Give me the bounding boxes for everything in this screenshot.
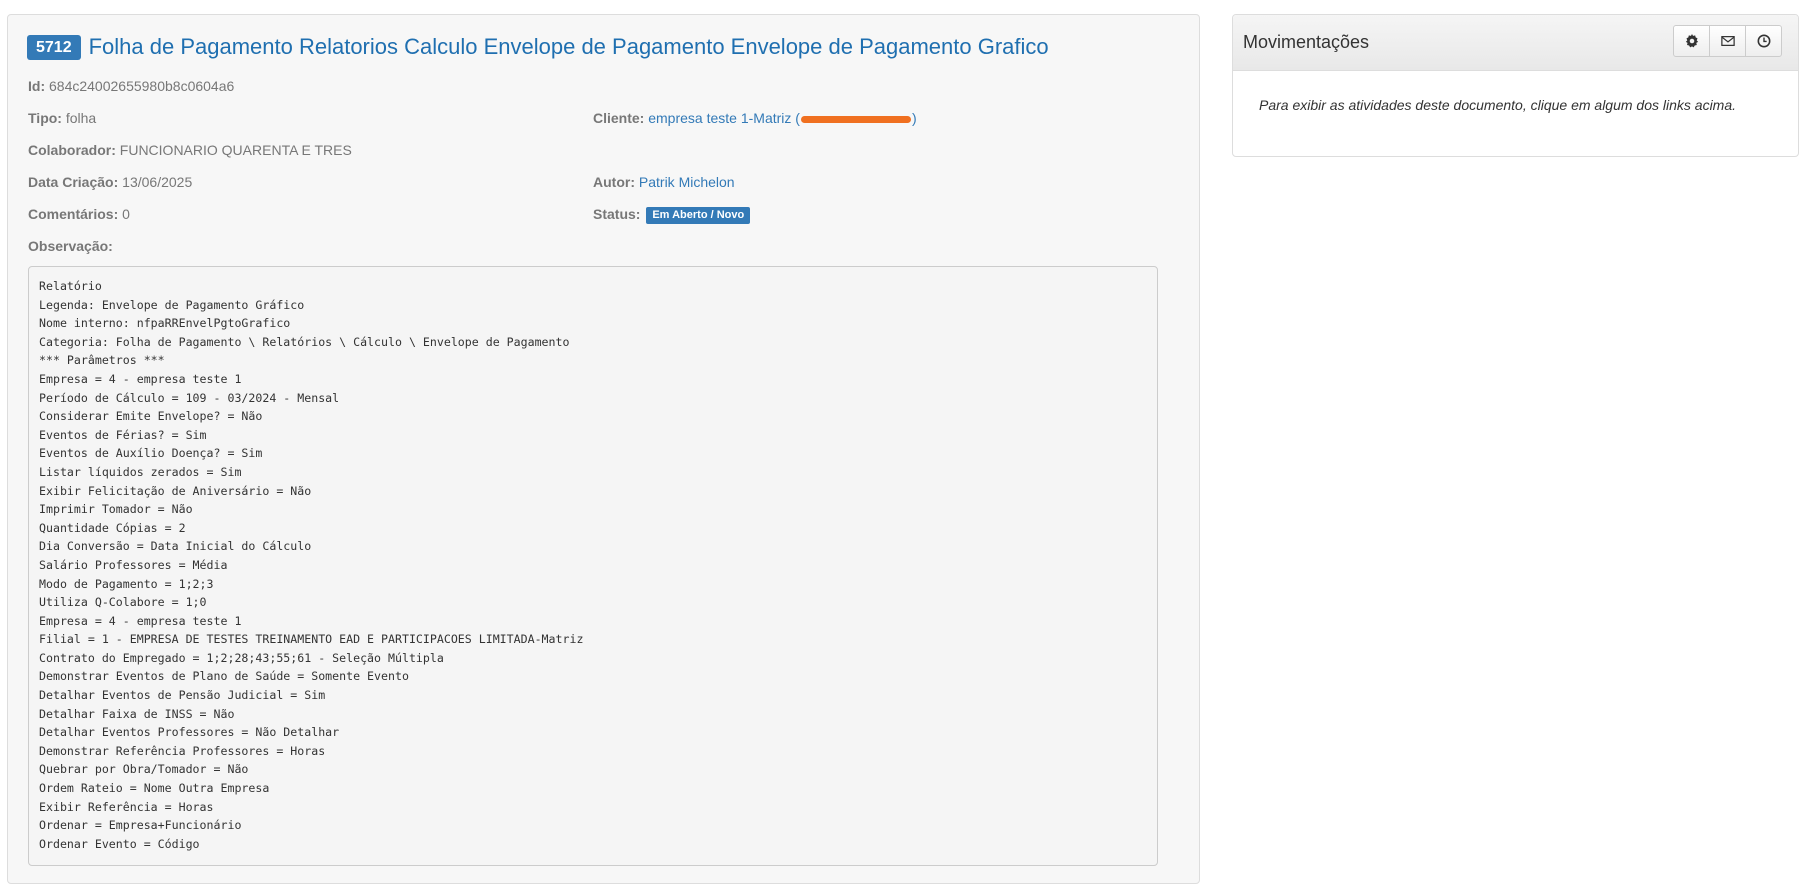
movimentacoes-hint: Para exibir as atividades deste document…	[1259, 97, 1737, 113]
tipo-field: Tipo: folha	[28, 109, 96, 127]
cliente-label: Cliente:	[593, 110, 645, 126]
observacao-line: Eventos de Férias? = Sim	[39, 427, 207, 442]
status-badge: Em Aberto / Novo	[646, 207, 751, 224]
cliente-field: Cliente: empresa teste 1-Matriz ()	[593, 109, 917, 127]
observacao-line: Ordem Rateio = Nome Outra Empresa	[39, 781, 270, 796]
observacao-line: Filial = 1 - EMPRESA DE TESTES TREINAMEN…	[39, 632, 584, 647]
autor-label: Autor:	[593, 174, 635, 190]
observacao-line: Eventos de Auxílio Doença? = Sim	[39, 446, 263, 461]
redacted-block	[800, 115, 911, 123]
movimentacoes-button-group	[1673, 25, 1782, 57]
comentarios-label: Comentários:	[28, 206, 119, 222]
document-panel: 5712 Folha de Pagamento Relatorios Calcu…	[7, 14, 1200, 884]
observacao-line: Utiliza Q-Colabore = 1;0	[39, 595, 207, 610]
document-number-badge: 5712	[27, 34, 81, 60]
observacao-line: Listar líquidos zerados = Sim	[39, 464, 242, 479]
observacao-line: Detalhar Eventos Professores = Não Detal…	[39, 725, 340, 740]
envelope-icon	[1720, 36, 1735, 46]
observacao-line: *** Parâmetros ***	[39, 353, 165, 368]
observacao-line: Modo de Pagamento = 1;2;3	[39, 576, 214, 591]
id-field: Id: 684c24002655980b8c0604a6	[28, 77, 234, 95]
observacao-line: Quantidade Cópias = 2	[39, 520, 186, 535]
observacao-line: Relatório	[39, 279, 102, 293]
document-header: 5712 Folha de Pagamento Relatorios Calcu…	[27, 34, 1049, 60]
colaborador-field: Colaborador: FUNCIONARIO QUARENTA E TRES	[28, 141, 352, 159]
observacao-line: Nome interno: nfpaRREnvelPgtoGrafico	[39, 316, 291, 331]
cliente-name: empresa teste 1-Matriz	[648, 110, 792, 126]
settings-button[interactable]	[1673, 25, 1710, 57]
tipo-value: folha	[65, 110, 97, 126]
observacao-line: Demonstrar Referência Professores = Hora…	[39, 743, 326, 758]
status-label: Status:	[593, 206, 641, 222]
cliente-open-paren: (	[795, 110, 800, 126]
observacao-line: Exibir Referência = Horas	[39, 799, 214, 814]
status-field: Status: Em Aberto / Novo	[593, 205, 751, 224]
observacao-label: Observação:	[28, 238, 113, 254]
data-criacao-value: 13/06/2025	[122, 174, 193, 190]
id-label: Id:	[28, 78, 46, 94]
movimentacoes-title: Movimentações	[1243, 32, 1370, 52]
observacao-line: Período de Cálculo = 109 - 03/2024 - Men…	[39, 390, 340, 405]
observacao-line: Salário Professores = Média	[39, 557, 228, 572]
history-button[interactable]	[1745, 25, 1782, 57]
observacao-line: Considerar Emite Envelope? = Não	[39, 409, 263, 424]
observacao-line: Exibir Felicitação de Aniversário = Não	[39, 483, 312, 498]
observacao-textbox[interactable]: Relatório Legenda: Envelope de Pagamento …	[28, 266, 1158, 866]
autor-link[interactable]: Patrik Michelon	[639, 174, 735, 190]
movimentacoes-header: Movimentações	[1233, 15, 1798, 71]
comentarios-field: Comentários: 0	[28, 205, 130, 223]
observacao-line: Ordenar Evento = Código	[39, 836, 200, 851]
data-criacao-field: Data Criação: 13/06/2025	[28, 173, 192, 191]
clock-icon	[1757, 34, 1770, 48]
email-button[interactable]	[1709, 25, 1746, 57]
colaborador-value: FUNCIONARIO QUARENTA E TRES	[119, 142, 352, 158]
colaborador-label: Colaborador:	[28, 142, 116, 158]
observacao-line: Empresa = 4 - empresa teste 1	[39, 371, 242, 386]
autor-field: Autor: Patrik Michelon	[593, 173, 735, 191]
observacao-line: Quebrar por Obra/Tomador = Não	[39, 762, 249, 777]
observacao-line: Detalhar Faixa de INSS = Não	[39, 706, 235, 721]
observacao-line: Ordenar = Empresa+Funcionário	[39, 818, 242, 833]
observacao-line: Imprimir Tomador = Não	[39, 502, 193, 517]
cliente-close-paren: )	[911, 110, 917, 126]
gear-icon	[1685, 34, 1698, 48]
observacao-line: Empresa = 4 - empresa teste 1	[39, 613, 242, 628]
observacao-field: Observação:	[28, 237, 113, 255]
data-criacao-label: Data Criação:	[28, 174, 119, 190]
observacao-line: Detalhar Eventos de Pensão Judicial = Si…	[39, 688, 326, 703]
comentarios-value: 0	[122, 206, 130, 222]
observacao-line: Legenda: Envelope de Pagamento Gráfico	[39, 297, 305, 312]
observacao-line: Contrato do Empregado = 1;2;28;43;55;61 …	[39, 650, 444, 665]
tipo-label: Tipo:	[28, 110, 62, 126]
id-value: 684c24002655980b8c0604a6	[49, 78, 235, 94]
observacao-line: Demonstrar Eventos de Plano de Saúde = S…	[39, 669, 409, 684]
cliente-link[interactable]: empresa teste 1-Matriz ()	[648, 110, 916, 126]
document-title-link[interactable]: Folha de Pagamento Relatorios Calculo En…	[89, 34, 1049, 60]
movimentacoes-panel: Movimentações Para exibir as atividades …	[1232, 14, 1799, 157]
observacao-line: Dia Conversão = Data Inicial do Cálculo	[39, 539, 312, 554]
observacao-line: Categoria: Folha de Pagamento \ Relatóri…	[39, 334, 570, 349]
